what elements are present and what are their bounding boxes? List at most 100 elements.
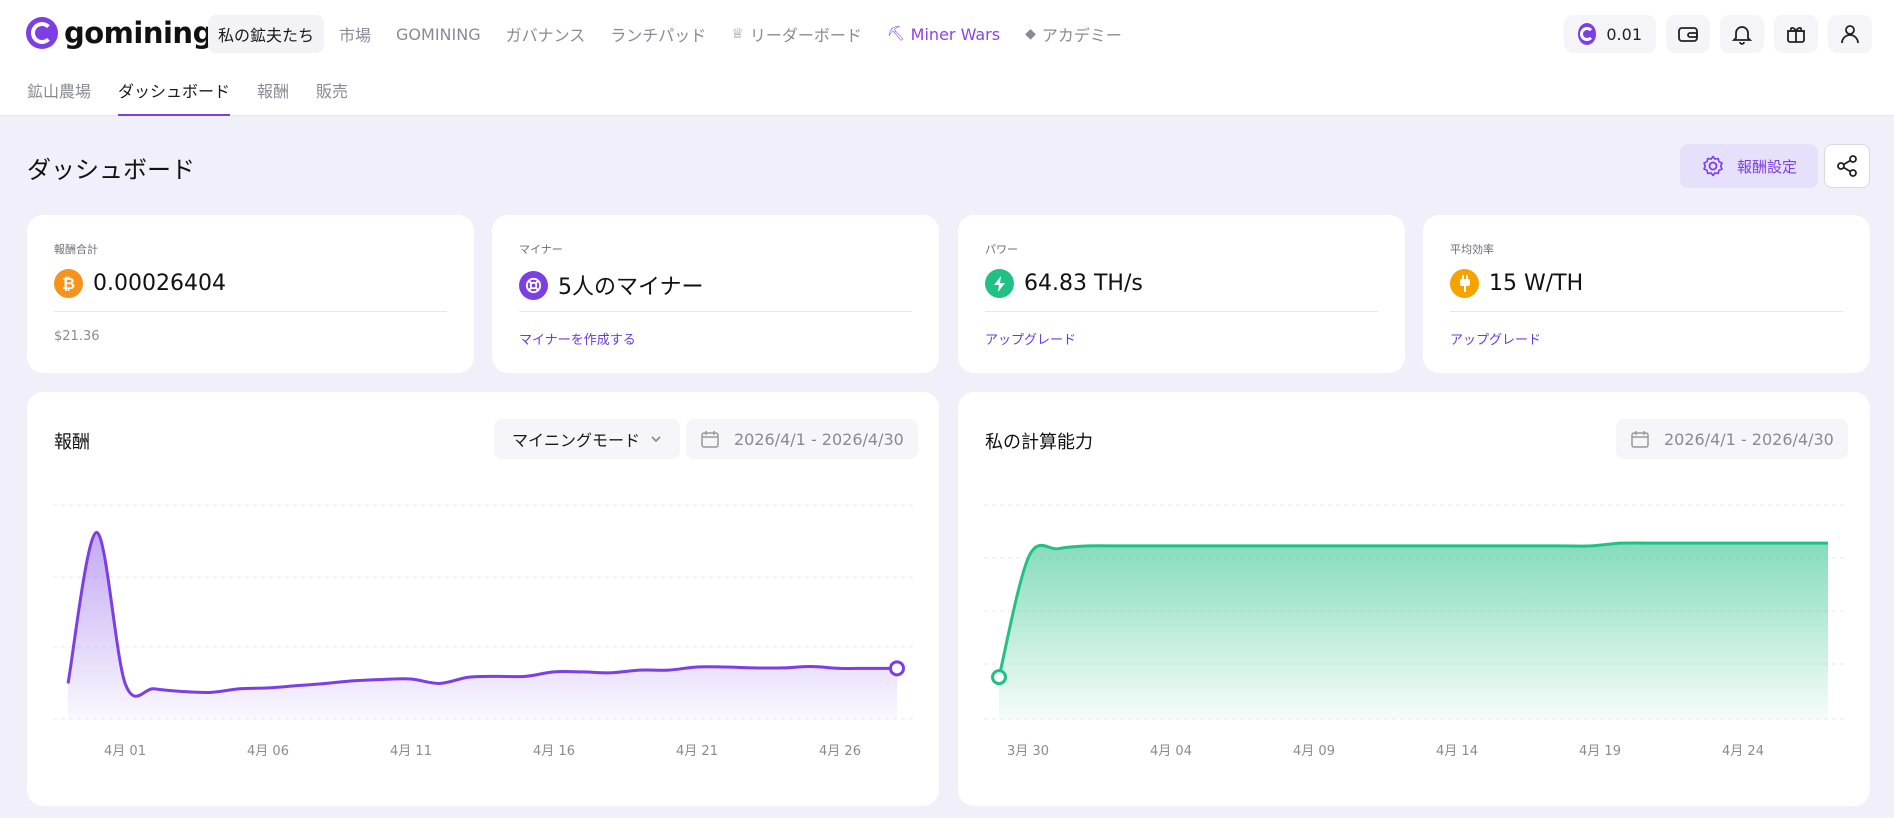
series-marker [889,660,905,677]
graduation-cap-icon: ◆ [1025,26,1036,42]
series-marker [991,669,1007,686]
main-nav: 私の鉱夫たち 市場 GOMINING ガバナンス ランチパッド ♕ リーダーボード… [208,15,1137,53]
reward-settings-button[interactable]: 報酬設定 [1680,144,1818,188]
reward-settings-label: 報酬設定 [1736,157,1797,176]
calendar-icon [1631,431,1649,448]
nav-item-governance[interactable]: ガバナンス [496,15,596,53]
brand-logo[interactable]: gomining [26,16,213,50]
lightning-icon [985,269,1014,298]
nav-label: ガバナンス [505,26,586,45]
share-button[interactable] [1824,144,1870,188]
divider [1450,311,1843,312]
nav-label: 私の鉱夫たち [218,26,315,45]
compute-chart-panel: 私の計算能力 2026/4/1 - 2026/4/30 3月 30 4月 04 4月… [958,392,1870,806]
gomining-logo-icon [26,17,58,49]
wallet-button[interactable] [1666,15,1710,53]
x-tick-label: 4月 19 [1579,744,1621,759]
calendar-icon [701,431,719,448]
power-label: パワー [985,243,1018,256]
x-tick-label: 4月 16 [533,744,575,759]
nav-item-my-miners[interactable]: 私の鉱夫たち [208,15,325,53]
top-bar: gomining 私の鉱夫たち 市場 GOMINING ガバナンス ランチパッド… [0,0,1894,116]
rewards-chart-title: 報酬 [54,432,90,453]
divider [985,311,1378,312]
nav-label: Miner Wars [910,24,1001,44]
tab-dashboard[interactable]: ダッシュボード [118,78,231,116]
series-area [999,542,1828,719]
x-tick-label: 4月 04 [1150,744,1192,759]
rewards-chart-panel: 報酬 マイニングモード 2026/4/1 - 2026/4/30 4月 01 4月… [27,392,939,806]
miner-icon [519,270,548,300]
balance-value: 0.01 [1606,24,1642,44]
pickaxe-icon: ⛏ [886,26,905,42]
nav-item-miner-wars[interactable]: ⛏ Miner Wars [877,15,1010,53]
bitcoin-icon: ₿ [54,269,83,298]
x-tick-label: 4月 06 [247,744,289,759]
wallet-icon [1678,27,1698,42]
nav-item-gomining[interactable]: GOMINING [386,15,491,53]
bell-icon [1731,26,1753,45]
efficiency-upgrade-link[interactable]: アップグレード [1450,329,1541,348]
x-tick-label: 4月 14 [1436,744,1478,759]
user-icon [1841,25,1859,44]
create-miner-link[interactable]: マイナーを作成する [519,329,636,348]
brand-name: gomining [64,16,213,50]
balance-button[interactable]: 0.01 [1564,15,1656,53]
notifications-button[interactable] [1720,15,1764,53]
trophy-icon: ♕ [731,26,744,42]
nav-item-academy[interactable]: ◆ アカデミー [1015,15,1132,53]
tab-rewards[interactable]: 報酬 [257,78,289,116]
rewards-date-range-picker[interactable]: 2026/4/1 - 2026/4/30 [686,419,918,459]
compute-date-range-picker[interactable]: 2026/4/1 - 2026/4/30 [1616,419,1848,459]
share-icon [1837,155,1857,177]
page-title: ダッシュボード [27,156,195,184]
total-rewards-value: 0.00026404 [93,271,226,296]
tab-sales[interactable]: 販売 [316,78,348,116]
efficiency-value: 15 W/TH [1489,271,1584,296]
total-rewards-card: 報酬合計 ₿ 0.00026404 $21.36 [27,215,474,373]
divider [519,311,912,312]
miners-value: 5人のマイナー [558,275,704,300]
efficiency-label: 平均効率 [1450,243,1494,256]
gear-icon [1703,155,1723,177]
miners-label: マイナー [519,243,563,256]
mining-mode-dropdown[interactable]: マイニングモード [494,419,681,459]
x-tick-label: 4月 11 [390,744,432,759]
nav-item-leaderboard[interactable]: ♕ リーダーボード [721,15,872,53]
x-tick-label: 4月 21 [676,744,718,759]
nav-label: ランチパッド [610,26,707,45]
nav-label: GOMINING [396,24,481,44]
nav-item-launchpad[interactable]: ランチパッド [600,15,716,53]
tab-mining-farm[interactable]: 鉱山農場 [27,78,91,116]
nav-label: リーダーボード [749,26,862,45]
x-tick-label: 4月 24 [1722,744,1764,759]
x-tick-label: 4月 26 [819,744,861,759]
rewards-date-range: 2026/4/1 - 2026/4/30 [734,429,904,449]
total-rewards-label: 報酬合計 [54,243,98,256]
gmt-coin-icon [1578,23,1597,45]
gift-button[interactable] [1774,15,1818,53]
profile-button[interactable] [1828,15,1872,53]
series-area [68,532,897,719]
mining-mode-label: マイニングモード [512,431,641,450]
efficiency-card: 平均効率 15 W/TH アップグレード [1423,215,1870,373]
power-upgrade-link[interactable]: アップグレード [985,329,1076,348]
x-tick-label: 3月 30 [1007,744,1049,759]
series-line [997,541,1828,678]
nav-label: アカデミー [1041,26,1122,45]
nav-label: 市場 [339,26,372,45]
x-tick-label: 4月 01 [104,744,146,759]
x-tick-label: 4月 09 [1293,744,1335,759]
header-actions: 0.01 [1564,15,1872,53]
miners-card: マイナー 5人のマイナー マイナーを作成する [492,215,939,373]
divider [54,311,447,312]
gift-icon [1787,26,1805,43]
compute-chart-title: 私の計算能力 [985,432,1093,453]
plug-icon [1450,269,1479,298]
total-rewards-usd: $21.36 [54,329,100,344]
power-value: 64.83 TH/s [1024,271,1143,296]
sub-nav: 鉱山農場 ダッシュボード 報酬 販売 [27,78,348,116]
compute-date-range: 2026/4/1 - 2026/4/30 [1664,429,1834,449]
power-card: パワー 64.83 TH/s アップグレード [958,215,1405,373]
nav-item-market[interactable]: 市場 [329,15,381,53]
